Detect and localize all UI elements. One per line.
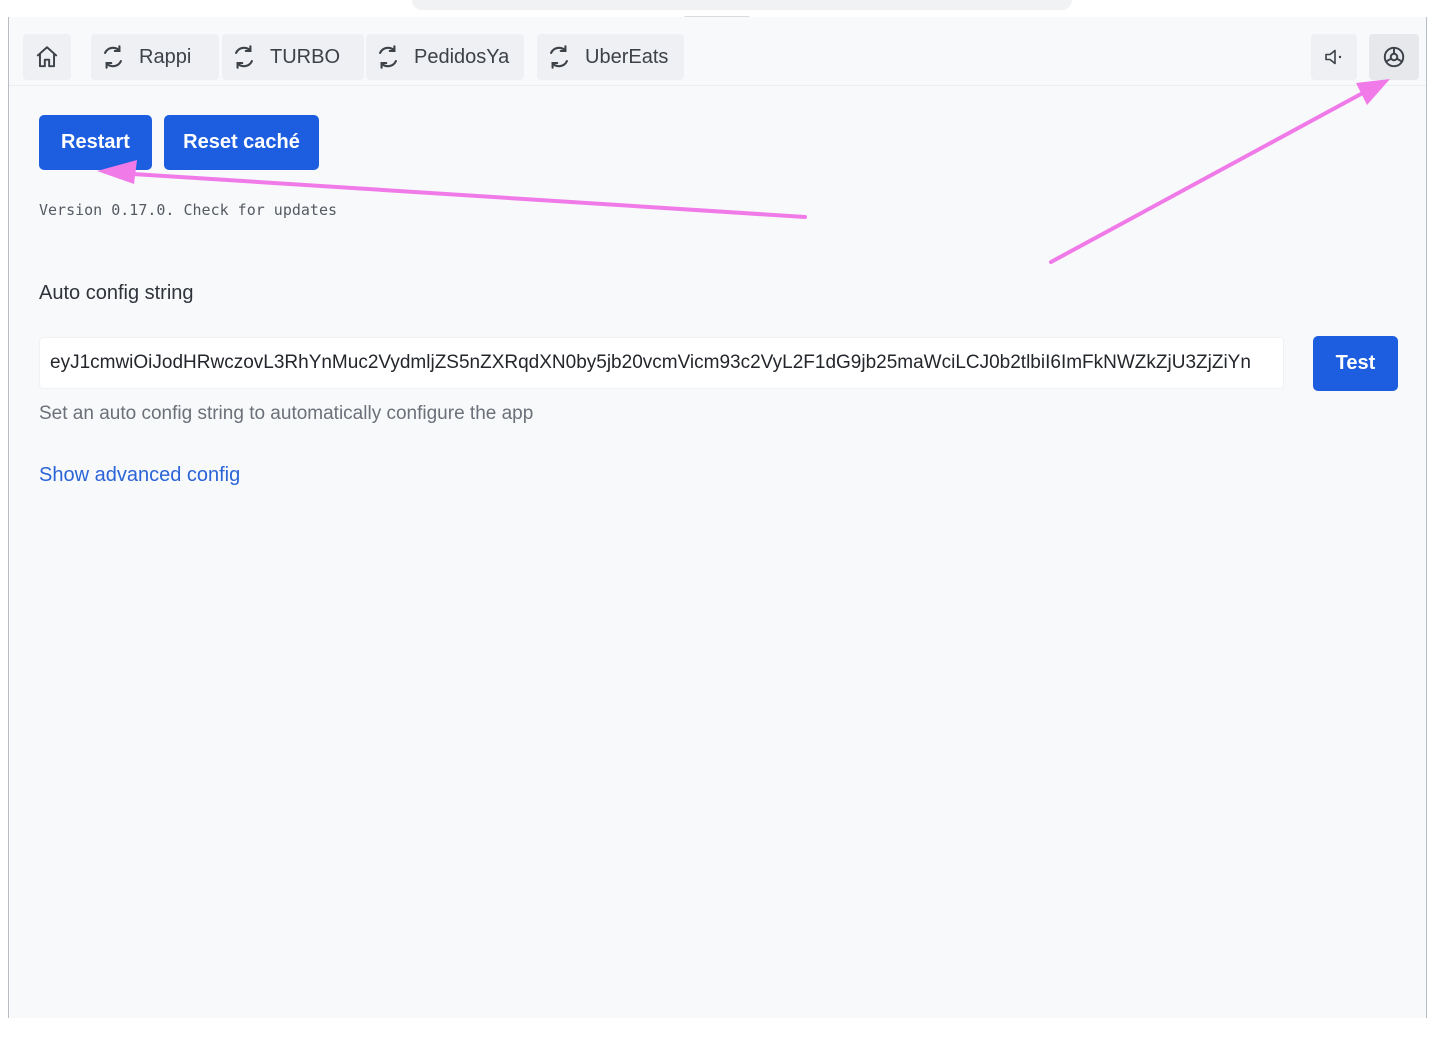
tab-label: UberEats (585, 45, 669, 68)
gear-icon (1381, 44, 1407, 70)
refresh-icon (374, 43, 402, 71)
mute-button[interactable] (1311, 34, 1357, 80)
restart-button[interactable]: Restart (39, 115, 152, 170)
auto-config-input[interactable] (39, 337, 1284, 389)
refresh-icon (230, 43, 258, 71)
browser-top-edge (412, 0, 1072, 10)
tab-label: PedidosYa (414, 45, 510, 68)
auto-config-title: Auto config string (39, 282, 194, 304)
volume-mute-icon (1322, 45, 1346, 69)
tab-rappi[interactable]: Rappi (91, 34, 219, 80)
settings-button[interactable] (1369, 34, 1419, 80)
toolbar: Rappi TURBO PedidosYa UberEats (9, 17, 1426, 86)
reset-cache-button[interactable]: Reset caché (164, 115, 319, 170)
test-button[interactable]: Test (1313, 336, 1398, 391)
tab-label: TURBO (270, 45, 340, 68)
tab-label: Rappi (139, 45, 192, 68)
app-window: Rappi TURBO PedidosYa UberEats Restart R… (8, 17, 1427, 1018)
tab-pedidosya[interactable]: PedidosYa (366, 34, 524, 80)
refresh-icon (99, 43, 127, 71)
tab-turbo[interactable]: TURBO (222, 34, 364, 80)
version-info: Version 0.17.0. Check for updates (39, 201, 338, 219)
show-advanced-config-link[interactable]: Show advanced config (39, 464, 240, 487)
home-button[interactable] (23, 34, 71, 80)
refresh-icon (545, 43, 573, 71)
home-icon (34, 44, 60, 70)
tab-ubereats[interactable]: UberEats (537, 34, 684, 80)
auto-config-help: Set an auto config string to automatical… (39, 403, 534, 424)
